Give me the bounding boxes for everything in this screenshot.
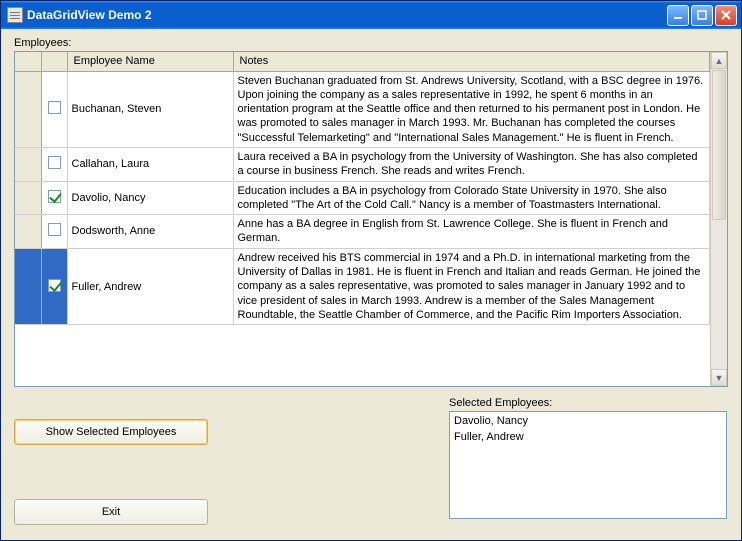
- checkbox-column-header[interactable]: [41, 52, 67, 71]
- close-icon: [721, 10, 731, 20]
- row-checkbox[interactable]: [48, 101, 61, 114]
- scroll-down-button[interactable]: ▼: [711, 369, 727, 386]
- table-row[interactable]: Davolio, NancyEducation includes a BA in…: [15, 181, 710, 215]
- row-checkbox-cell[interactable]: [41, 71, 67, 147]
- employee-name-cell[interactable]: Buchanan, Steven: [67, 71, 233, 147]
- employee-name-cell[interactable]: Callahan, Laura: [67, 147, 233, 181]
- employees-grid[interactable]: Employee Name Notes Buchanan, StevenStev…: [14, 51, 728, 387]
- row-header[interactable]: [15, 147, 41, 181]
- employee-notes-cell[interactable]: Education includes a BA in psychology fr…: [233, 181, 710, 215]
- titlebar: DataGridView Demo 2: [1, 1, 741, 29]
- row-header[interactable]: [15, 71, 41, 147]
- table-row[interactable]: Fuller, AndrewAndrew received his BTS co…: [15, 248, 710, 324]
- exit-button[interactable]: Exit: [14, 499, 208, 525]
- row-header[interactable]: [15, 181, 41, 215]
- minimize-button[interactable]: [667, 5, 689, 26]
- list-item[interactable]: Fuller, Andrew: [454, 430, 722, 446]
- employee-notes-cell[interactable]: Steven Buchanan graduated from St. Andre…: [233, 71, 710, 147]
- row-header[interactable]: [15, 215, 41, 249]
- row-header-column[interactable]: [15, 52, 41, 71]
- scroll-thumb[interactable]: [712, 70, 726, 220]
- employee-name-cell[interactable]: Davolio, Nancy: [67, 181, 233, 215]
- employee-notes-cell[interactable]: Andrew received his BTS commercial in 19…: [233, 248, 710, 324]
- row-checkbox-cell[interactable]: [41, 181, 67, 215]
- app-icon: [7, 7, 23, 23]
- row-checkbox[interactable]: [48, 190, 61, 203]
- scroll-up-button[interactable]: ▲: [711, 52, 727, 69]
- notes-column-header[interactable]: Notes: [233, 52, 710, 71]
- window-title: DataGridView Demo 2: [27, 8, 665, 22]
- employee-notes-cell[interactable]: Anne has a BA degree in English from St.…: [233, 215, 710, 249]
- table-row[interactable]: Dodsworth, AnneAnne has a BA degree in E…: [15, 215, 710, 249]
- employee-name-cell[interactable]: Fuller, Andrew: [67, 248, 233, 324]
- list-item[interactable]: Davolio, Nancy: [454, 414, 722, 430]
- row-checkbox-cell[interactable]: [41, 248, 67, 324]
- row-header[interactable]: [15, 248, 41, 324]
- employees-label: Employees:: [14, 37, 71, 49]
- row-checkbox[interactable]: [48, 279, 61, 292]
- app-window: DataGridView Demo 2 Employees: Employee …: [0, 0, 742, 541]
- row-checkbox[interactable]: [48, 223, 61, 236]
- table-row[interactable]: Callahan, LauraLaura received a BA in ps…: [15, 147, 710, 181]
- row-checkbox-cell[interactable]: [41, 215, 67, 249]
- table-row[interactable]: Buchanan, StevenSteven Buchanan graduate…: [15, 71, 710, 147]
- maximize-button[interactable]: [691, 5, 713, 26]
- name-column-header[interactable]: Employee Name: [67, 52, 233, 71]
- show-selected-button[interactable]: Show Selected Employees: [14, 419, 208, 445]
- maximize-icon: [697, 10, 707, 20]
- employee-name-cell[interactable]: Dodsworth, Anne: [67, 215, 233, 249]
- selected-employees-listbox[interactable]: Davolio, NancyFuller, Andrew: [449, 411, 727, 519]
- client-area: Employees: Employee Name Notes Buchanan,…: [4, 29, 738, 537]
- row-checkbox[interactable]: [48, 156, 61, 169]
- selected-label: Selected Employees:: [449, 397, 728, 409]
- grid-scrollbar[interactable]: ▲ ▼: [710, 52, 727, 386]
- close-button[interactable]: [715, 5, 737, 26]
- row-checkbox-cell[interactable]: [41, 147, 67, 181]
- employee-notes-cell[interactable]: Laura received a BA in psychology from t…: [233, 147, 710, 181]
- minimize-icon: [673, 10, 683, 20]
